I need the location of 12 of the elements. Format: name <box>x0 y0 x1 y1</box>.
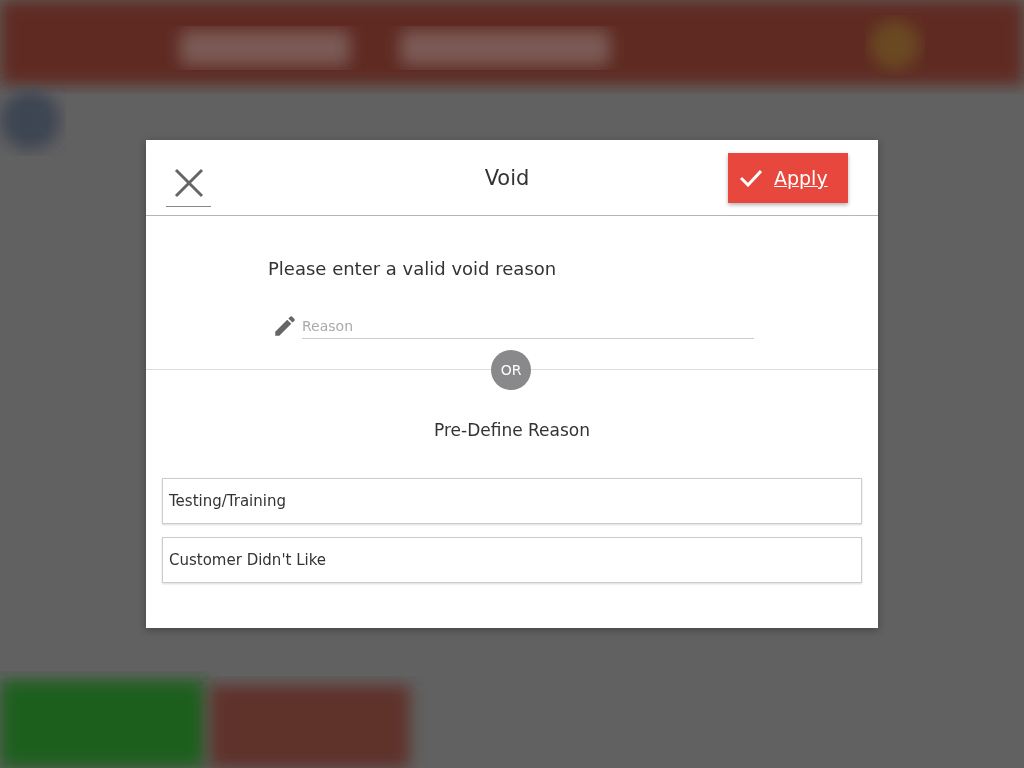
dialog-title: Void <box>484 165 530 190</box>
reason-option[interactable]: Customer Didn't Like <box>162 537 862 583</box>
pencil-icon <box>272 313 298 339</box>
apply-button[interactable]: Apply <box>728 152 848 203</box>
close-icon <box>173 168 204 198</box>
blurred-badge <box>870 20 920 70</box>
section-heading: Pre-Define Reason <box>434 420 590 440</box>
prompt-text: Please enter a valid void reason <box>268 258 557 279</box>
or-badge: OR <box>491 350 531 390</box>
blurred-avatar <box>0 90 60 150</box>
check-icon <box>740 168 762 187</box>
reason-option[interactable]: Testing/Training <box>162 478 862 524</box>
